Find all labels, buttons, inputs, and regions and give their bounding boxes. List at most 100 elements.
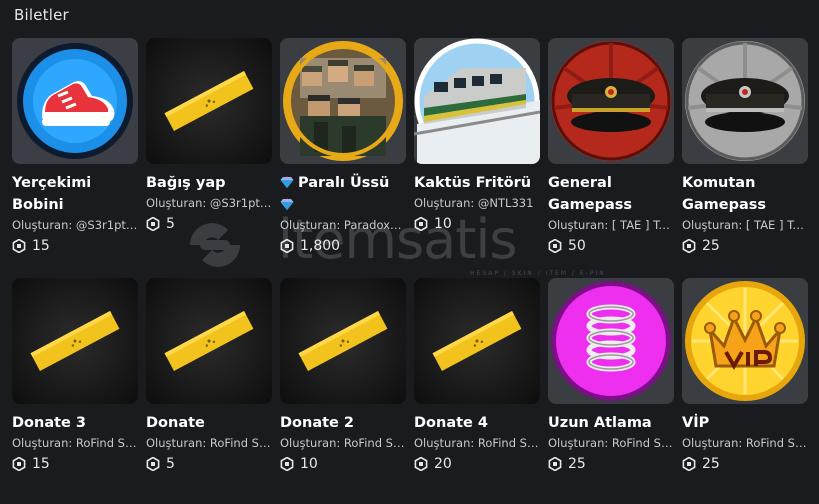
item-creator[interactable]: Oluşturan: @S3r1pte...	[12, 218, 138, 234]
soldiers-group-image	[280, 38, 406, 164]
item-name[interactable]: Donate 2	[280, 412, 406, 434]
item-creator[interactable]: Oluşturan: RoFind St...	[682, 436, 808, 452]
item-card[interactable]: Yerçekimi Bobini Oluşturan: @S3r1pte... …	[12, 38, 138, 264]
item-card[interactable]: Donate 2 Oluşturan: RoFind St... 10	[280, 278, 406, 504]
item-price: 25	[682, 456, 808, 472]
item-name[interactable]: Paralı Üssü	[280, 172, 406, 216]
item-price-value: 10	[434, 216, 452, 232]
item-name[interactable]: Kaktüs Fritörü	[414, 172, 540, 194]
diamond-emoji	[280, 176, 294, 188]
item-card[interactable]: General Gamepass Oluşturan: [ TAE ] Tur.…	[548, 38, 674, 264]
item-price-value: 5	[166, 456, 175, 472]
item-price-value: 50	[568, 238, 586, 254]
vip-crown-icon	[682, 278, 808, 404]
item-creator[interactable]: Oluşturan: @S3r1pte...	[146, 196, 272, 212]
item-name[interactable]: Komutan Gamepass	[682, 172, 808, 216]
item-price-value: 15	[32, 238, 50, 254]
item-price: 1,800	[280, 238, 406, 254]
robux-icon	[682, 457, 696, 471]
item-thumbnail[interactable]	[280, 38, 406, 164]
item-creator[interactable]: Oluşturan: @NTL331	[414, 196, 540, 212]
item-price-value: 1,800	[300, 238, 341, 254]
item-thumbnail[interactable]	[548, 278, 674, 404]
robux-icon	[12, 457, 26, 471]
item-thumbnail[interactable]	[414, 278, 540, 404]
item-thumbnail[interactable]	[12, 278, 138, 404]
item-name[interactable]: Bağış yap	[146, 172, 272, 194]
item-thumbnail[interactable]	[12, 38, 138, 164]
gold-ticket-icon	[280, 278, 406, 404]
commander-cap-icon	[682, 38, 808, 164]
item-thumbnail[interactable]	[682, 278, 808, 404]
item-thumbnail[interactable]	[280, 278, 406, 404]
item-price: 15	[12, 456, 138, 472]
section-title: Biletler	[14, 6, 69, 24]
item-price: 10	[414, 216, 540, 232]
spring-coil-icon	[548, 278, 674, 404]
item-creator[interactable]: Oluşturan: RoFind St...	[414, 436, 540, 452]
item-thumbnail[interactable]	[146, 278, 272, 404]
robux-icon	[146, 457, 160, 471]
item-price-value: 5	[166, 216, 175, 232]
robux-icon	[12, 239, 26, 253]
item-creator[interactable]: Oluşturan: Paradoxu...	[280, 218, 406, 234]
item-price: 15	[12, 238, 138, 254]
robux-icon	[548, 239, 562, 253]
item-name[interactable]: General Gamepass	[548, 172, 674, 216]
item-creator[interactable]: Oluşturan: RoFind St...	[548, 436, 674, 452]
item-price: 5	[146, 456, 272, 472]
item-card[interactable]: Donate 3 Oluşturan: RoFind St... 15	[12, 278, 138, 504]
gold-ticket-icon	[146, 278, 272, 404]
robux-icon	[414, 217, 428, 231]
item-name[interactable]: Yerçekimi Bobini	[12, 172, 138, 216]
robux-icon	[414, 457, 428, 471]
item-card[interactable]: Bağış yap Oluşturan: @S3r1pte... 5	[146, 38, 272, 264]
item-thumbnail[interactable]	[548, 38, 674, 164]
general-cap-icon	[548, 38, 674, 164]
item-card[interactable]: VİP Oluşturan: RoFind St... 25	[682, 278, 808, 504]
train-image	[414, 38, 540, 164]
item-price: 10	[280, 456, 406, 472]
robux-icon	[280, 239, 294, 253]
item-card[interactable]: Paralı Üssü Oluşturan: Paradoxu... 1,800	[280, 38, 406, 264]
robux-icon	[682, 239, 696, 253]
item-name[interactable]: Donate	[146, 412, 272, 434]
item-price: 50	[548, 238, 674, 254]
item-creator[interactable]: Oluşturan: [ TAE ] Tur...	[682, 218, 808, 234]
item-card[interactable]: Komutan Gamepass Oluşturan: [ TAE ] Tur.…	[682, 38, 808, 264]
item-name[interactable]: Donate 3	[12, 412, 138, 434]
item-thumbnail[interactable]	[146, 38, 272, 164]
item-name-text: Paralı Üssü	[298, 175, 390, 191]
gold-ticket-icon	[146, 38, 272, 164]
item-price-value: 25	[568, 456, 586, 472]
item-creator[interactable]: Oluşturan: RoFind St...	[280, 436, 406, 452]
robux-icon	[548, 457, 562, 471]
item-name[interactable]: Uzun Atlama	[548, 412, 674, 434]
item-price: 5	[146, 216, 272, 232]
item-name[interactable]: Donate 4	[414, 412, 540, 434]
item-card[interactable]: Donate Oluşturan: RoFind St... 5	[146, 278, 272, 504]
item-price-value: 10	[300, 456, 318, 472]
item-price-value: 15	[32, 456, 50, 472]
item-price: 25	[682, 238, 808, 254]
item-thumbnail[interactable]	[414, 38, 540, 164]
ticket-grid: Yerçekimi Bobini Oluşturan: @S3r1pte... …	[12, 38, 808, 504]
item-card[interactable]: Uzun Atlama Oluşturan: RoFind St... 25	[548, 278, 674, 504]
item-price-value: 20	[434, 456, 452, 472]
item-price: 25	[548, 456, 674, 472]
item-name[interactable]: VİP	[682, 412, 808, 434]
item-creator[interactable]: Oluşturan: RoFind St...	[12, 436, 138, 452]
robux-icon	[280, 457, 294, 471]
item-thumbnail[interactable]	[682, 38, 808, 164]
item-price: 20	[414, 456, 540, 472]
item-card[interactable]: Kaktüs Fritörü Oluşturan: @NTL331 10	[414, 38, 540, 264]
red-sneaker-icon	[12, 38, 138, 164]
item-card[interactable]: Donate 4 Oluşturan: RoFind St... 20	[414, 278, 540, 504]
robux-icon	[146, 217, 160, 231]
item-creator[interactable]: Oluşturan: [ TAE ] Tur...	[548, 218, 674, 234]
item-creator[interactable]: Oluşturan: RoFind St...	[146, 436, 272, 452]
item-price-value: 25	[702, 238, 720, 254]
diamond-emoji	[280, 198, 294, 210]
gold-ticket-icon	[414, 278, 540, 404]
item-price-value: 25	[702, 456, 720, 472]
